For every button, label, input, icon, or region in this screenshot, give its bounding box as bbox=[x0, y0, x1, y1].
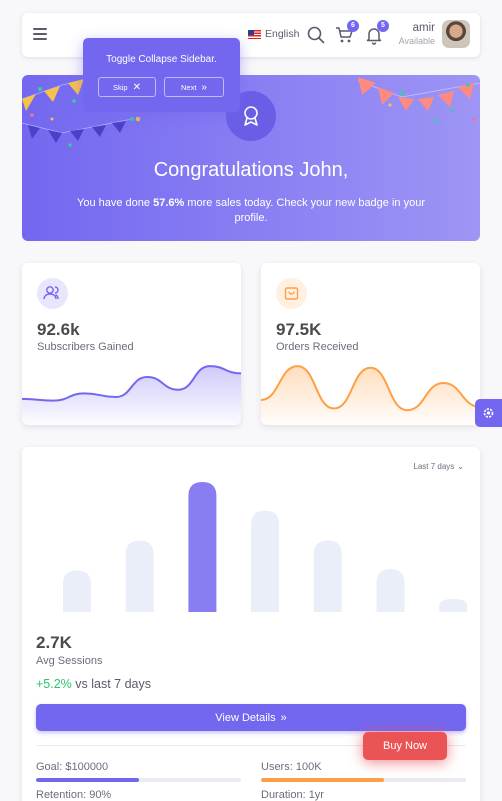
subscribers-label: Subscribers Gained bbox=[37, 341, 134, 353]
chart-bar bbox=[251, 510, 280, 612]
sessions-bar-chart bbox=[63, 482, 468, 612]
next-label: Next bbox=[181, 82, 197, 92]
next-button[interactable]: Next » bbox=[164, 77, 224, 97]
sessions-label: Avg Sessions bbox=[36, 655, 103, 667]
cart-icon[interactable]: 6 bbox=[334, 20, 359, 45]
orders-label: Orders Received bbox=[276, 341, 359, 353]
chart-bar bbox=[188, 482, 217, 612]
user-name: amir bbox=[412, 22, 435, 34]
chart-bar bbox=[439, 599, 468, 612]
goal-progress-fill bbox=[36, 778, 139, 782]
view-details-button[interactable]: View Details » bbox=[36, 704, 466, 731]
sessions-change-suffix: vs last 7 days bbox=[71, 677, 151, 691]
chart-bar bbox=[125, 540, 154, 612]
subscribers-value: 92.6k bbox=[37, 320, 80, 339]
sparkline-area bbox=[22, 366, 241, 425]
users-progress-fill bbox=[261, 778, 384, 782]
buy-now-label: Buy Now bbox=[382, 740, 428, 752]
view-details-label: View Details bbox=[215, 711, 276, 724]
subtitle-suffix: more sales today. Check your new badge i… bbox=[184, 197, 425, 224]
subtitle-prefix: You have done bbox=[77, 197, 154, 209]
sessions-value: 2.7K bbox=[36, 633, 72, 652]
sales-percentage: 57.6% bbox=[153, 197, 185, 209]
chevrons-right-icon: » bbox=[201, 81, 207, 93]
duration-label: Duration: 1yr bbox=[261, 789, 324, 801]
chart-bar bbox=[376, 569, 405, 612]
orders-value: 97.5K bbox=[276, 320, 322, 339]
language-selector[interactable]: English bbox=[248, 28, 299, 40]
skip-button[interactable]: Skip ✕ bbox=[98, 77, 156, 97]
buy-now-button[interactable]: Buy Now bbox=[363, 732, 447, 760]
orders-sparkline bbox=[261, 365, 480, 425]
shopping-bag-icon bbox=[276, 278, 307, 309]
hero-subtitle: You have done 57.6% more sales today. Ch… bbox=[77, 196, 425, 226]
skip-label: Skip bbox=[113, 82, 128, 92]
notification-count-badge: 5 bbox=[377, 20, 389, 32]
subscribers-card: 92.6k Subscribers Gained bbox=[22, 263, 241, 425]
bell-icon[interactable]: 5 bbox=[364, 20, 389, 45]
chart-bar bbox=[63, 570, 91, 612]
gear-icon bbox=[483, 408, 494, 418]
customizer-toggle[interactable] bbox=[475, 399, 502, 427]
users-progress bbox=[261, 778, 466, 782]
user-status: Available bbox=[398, 36, 435, 46]
search-icon[interactable] bbox=[306, 25, 326, 45]
chevrons-right-icon: » bbox=[280, 711, 287, 724]
close-icon: ✕ bbox=[132, 81, 141, 93]
goal-progress bbox=[36, 778, 241, 782]
chart-bar bbox=[313, 540, 342, 612]
retention-label: Retention: 90% bbox=[36, 789, 112, 801]
tour-tooltip-text: Toggle Collapse Sidebar. bbox=[106, 54, 217, 65]
sessions-change: +5.2% bbox=[36, 677, 72, 691]
avatar[interactable] bbox=[442, 20, 470, 48]
orders-card: 97.5K Orders Received bbox=[261, 263, 480, 425]
menu-icon[interactable] bbox=[33, 28, 47, 40]
sessions-trend: +5.2% vs last 7 days bbox=[36, 677, 151, 691]
sparkline-area bbox=[261, 366, 480, 425]
goal-label: Goal: $100000 bbox=[36, 761, 109, 773]
users-label: Users: 100K bbox=[261, 761, 322, 773]
hero-title: Congratulations John, bbox=[153, 159, 349, 181]
users-icon bbox=[37, 278, 68, 309]
tour-tooltip: Toggle Collapse Sidebar. Skip ✕ Next » bbox=[83, 38, 240, 112]
subscribers-sparkline bbox=[22, 365, 241, 425]
language-label: English bbox=[265, 28, 300, 40]
cart-count-badge: 6 bbox=[347, 20, 359, 32]
us-flag-icon bbox=[248, 29, 261, 39]
